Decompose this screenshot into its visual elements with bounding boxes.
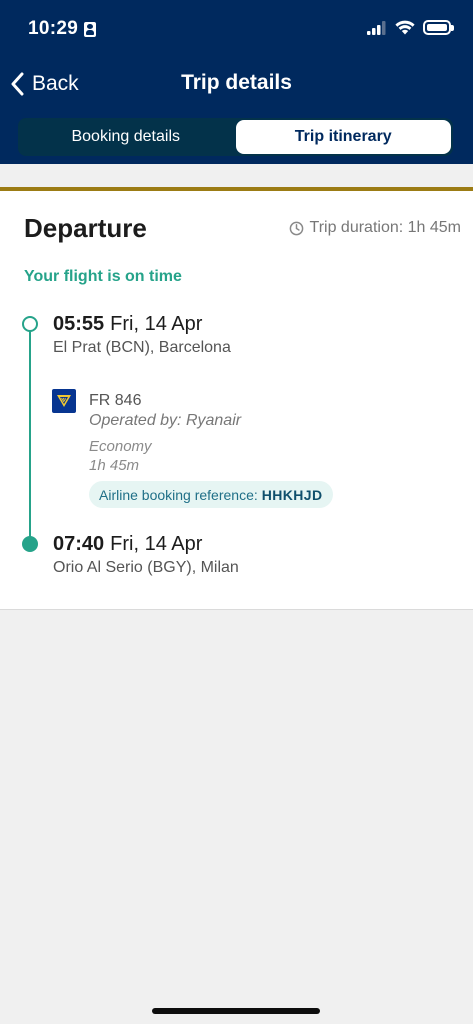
status-bar-time: 10:29 [28, 18, 97, 40]
origin-date: Fri, 14 Apr [110, 313, 203, 335]
home-indicator[interactable] [152, 1008, 320, 1014]
departure-card: Departure Trip duration: 1h 45m Your fli… [0, 187, 473, 610]
tab-bar: Booking details Trip itinerary [18, 118, 453, 156]
origin-place: El Prat (BCN), Barcelona [53, 339, 231, 356]
wifi-icon [395, 20, 415, 35]
booking-reference-label: Airline booking reference: [99, 486, 258, 503]
destination-date: Fri, 14 Apr [110, 533, 203, 555]
flight-duration: 1h 45m [89, 457, 140, 474]
status-bar-icons [367, 20, 454, 35]
flight-status: Your flight is on time [24, 268, 182, 285]
departure-heading: Departure [24, 213, 147, 243]
clock-time: 10:29 [28, 18, 79, 39]
origin-datetime: 05:55 Fri, 14 Apr [53, 313, 202, 336]
flight-number: FR 846 [89, 392, 142, 409]
battery-icon [423, 20, 454, 35]
person-id-icon [84, 21, 97, 37]
origin-time: 05:55 [53, 313, 105, 335]
clock-icon [289, 221, 303, 235]
booking-reference-badge[interactable]: Airline booking reference: HHKHJD [89, 481, 333, 508]
destination-marker [22, 536, 38, 552]
app-header: 10:29 Back Trip details Booking details … [0, 0, 473, 164]
destination-place: Orio Al Serio (BGY), Milan [53, 559, 239, 576]
tab-trip-itinerary[interactable]: Trip itinerary [235, 120, 451, 154]
trip-duration-label: Trip duration: 1h 45m [309, 219, 461, 236]
timeline-line [29, 325, 31, 545]
destination-datetime: 07:40 Fri, 14 Apr [53, 533, 202, 556]
cabin-class: Economy [89, 438, 152, 455]
operated-by: Operated by: Ryanair [89, 412, 242, 429]
page-title: Trip details [181, 71, 292, 94]
trip-duration: Trip duration: 1h 45m [289, 219, 461, 237]
tab-booking-details[interactable]: Booking details [18, 118, 234, 156]
destination-time: 07:40 [53, 533, 105, 555]
origin-marker [22, 316, 38, 332]
signal-icon [367, 20, 386, 35]
booking-reference-code: HHKHJD [261, 486, 323, 503]
ryanair-harp-logo [52, 389, 76, 413]
